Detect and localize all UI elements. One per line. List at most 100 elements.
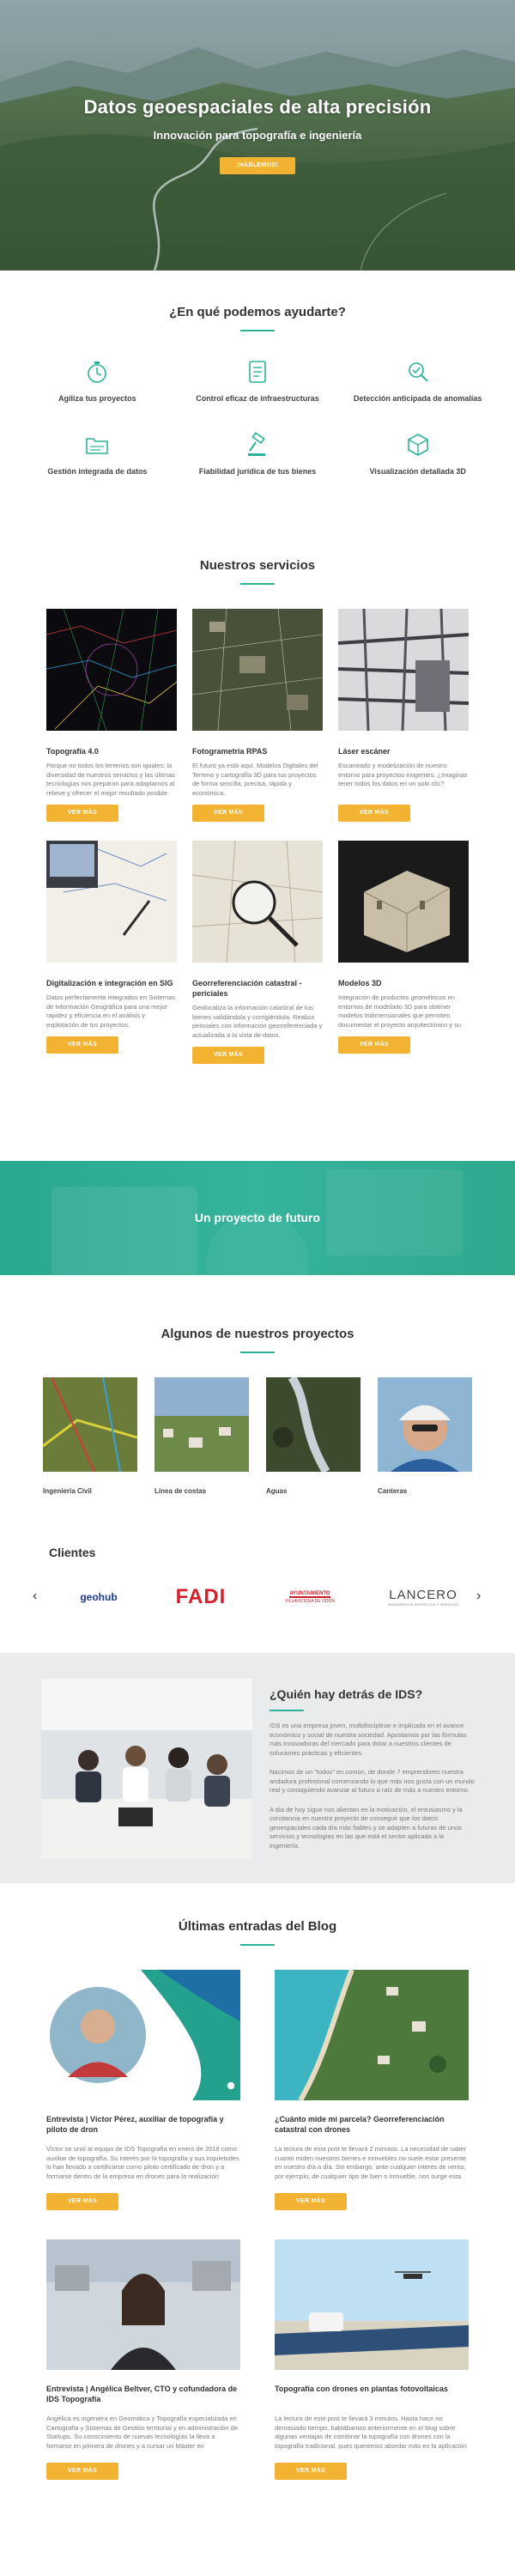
service-card: Topografía 4.0 Porque no todos los terre… [46,609,177,822]
help-item: Gestión integrada de datos [17,430,178,477]
hero-title: Datos geoespaciales de alta precisión [83,96,432,118]
service-more-button[interactable]: VER MÁS [338,1036,410,1054]
service-more-button[interactable]: VER MÁS [338,805,410,822]
hero-cta-button[interactable]: ¡HABLEMOS! [220,157,295,174]
client-logo-text: FADI [175,1585,227,1608]
help-section: ¿En qué podemos ayudarte? Agiliza tus pr… [0,305,515,477]
hero-subtitle: Innovación para topografía e ingeniería [153,129,362,142]
project-card[interactable]: Línea de costas [154,1377,249,1495]
help-item: Agiliza tus proyectos [17,357,178,404]
blog-grid: Entrevista | Víctor Pérez, auxiliar de t… [46,1970,469,2480]
help-item-label: Gestión integrada de datos [47,467,148,476]
service-more-button[interactable]: VER MÁS [46,1036,118,1054]
service-text: El futuro ya está aquí. Modelos Digitale… [192,762,318,797]
clients-carousel: ‹ geohub FADI AYUNTAMIENTO VILLAVICIOSA … [0,1580,515,1614]
cube-3d-icon [407,434,428,456]
team-photo [41,1679,252,1859]
client-logo-subtext: VILLAVICIOSA DE ODÓN [285,1598,335,1604]
blog-title-underline [240,1944,275,1946]
blog-post-excerpt: Angélica es ingeniera en Geomática y Top… [46,2415,239,2450]
who-title-underline [270,1710,304,1711]
blog-post-title[interactable]: Topografía con drones en plantas fotovol… [275,2384,469,2404]
help-title-underline [240,330,275,331]
help-grid: Agiliza tus proyectos Control eficaz de … [17,357,498,477]
who-paragraph: IDS es una empresa joven, multidisciplin… [270,1722,467,1757]
blog-image-interview-angelica [46,2239,240,2370]
client-logo-ayuntamiento: AYUNTAMIENTO VILLAVICIOSA DE ODÓN [263,1584,357,1610]
service-text: Geolocaliza la información catastral de … [192,1004,323,1039]
service-more-button[interactable]: VER MÁS [46,805,118,822]
blog-image-aerial-parcel [275,1970,469,2100]
blog-more-button[interactable]: VER MÁS [275,2463,347,2480]
future-banner: Un proyecto de futuro [0,1161,515,1275]
blog-more-button[interactable]: VER MÁS [275,2193,347,2210]
project-card[interactable]: Ingeniería Civil [43,1377,137,1495]
project-card[interactable]: Canteras [378,1377,472,1495]
checklist-icon [249,361,266,383]
projects-title-underline [240,1352,275,1353]
service-title: Georreferenciación catastral - periciale… [192,979,302,998]
help-item: Fiabilidad jurídica de tus bienes [178,430,338,477]
clients-title: Clientes [49,1546,96,1559]
blog-more-button[interactable]: VER MÁS [46,2463,118,2480]
folder-icon [86,438,109,454]
project-card[interactable]: Aguas [266,1377,360,1495]
service-title: Topografía 4.0 [46,747,99,756]
projects-section: Algunos de nuestros proyectos Ingeniería… [0,1327,515,1495]
service-title: Digitalización e integración en SIG [46,979,173,987]
service-more-button[interactable]: VER MÁS [192,805,264,822]
services-title-underline [240,583,275,585]
stopwatch-icon [88,361,107,383]
blog-post-excerpt: Víctor se unió al equipo de IDS Topograf… [46,2145,239,2180]
service-card: Fotogrametría RPAS El futuro ya está aqu… [192,609,323,822]
blog-post: Topografía con drones en plantas fotovol… [275,2239,469,2480]
blog-post-title[interactable]: Entrevista | Víctor Pérez, auxiliar de t… [46,2114,240,2135]
carousel-prev-icon[interactable]: ‹ [33,1589,37,1604]
services-section: Nuestros servicios Topografía 4.0 Porque… [0,558,515,1064]
project-label: Canteras [378,1487,408,1495]
help-item-label: Detección anticipada de anomalías [353,394,482,403]
service-more-button[interactable]: VER MÁS [192,1047,264,1064]
project-label: Aguas [266,1487,288,1495]
cadastral-map-image [192,841,323,963]
service-text: Integración de productos geométricos en … [338,993,461,1031]
client-logo-text: geohub [80,1591,118,1603]
help-item-label: Visualización detallada 3D [369,467,466,476]
blog-post-title[interactable]: Entrevista | Angélica Beltver, CTO y cof… [46,2384,240,2404]
hero-banner: Datos geoespaciales de alta precisión In… [0,0,515,270]
service-card: Georreferenciación catastral - periciale… [192,841,323,1064]
blog-title: Últimas entradas del Blog [178,1919,337,1934]
service-card: Láser escáner Escaneado y modelización d… [338,609,469,822]
gavel-icon [247,431,265,456]
help-item: Detección anticipada de anomalías [337,357,498,404]
project-label: Ingeniería Civil [43,1487,92,1495]
who-paragraph: A día de hoy sigue nos alientan en la mo… [270,1805,463,1850]
blog-post-title[interactable]: ¿Cuánto mide mi parcela? Georreferenciac… [275,2114,469,2135]
service-text: Datos perfectamente integrados en Sistem… [46,993,176,1029]
blog-post: Entrevista | Angélica Beltver, CTO y cof… [46,2239,240,2480]
service-card: Modelos 3D Integración de productos geom… [338,841,469,1064]
who-title: ¿Quién hay detrás de IDS? [270,1687,423,1701]
blog-image-interview-victor [46,1970,240,2100]
project-label: Línea de costas [154,1487,207,1495]
projects-title: Algunos de nuestros proyectos [161,1327,354,1341]
civil-engineering-image [43,1377,137,1472]
who-paragraph: Nacimos de un "todos" en común, de donde… [270,1768,475,1794]
client-logo-fadi: FADI [158,1584,244,1610]
services-grid: Topografía 4.0 Porque no todos los terre… [46,609,469,1064]
help-item-label: Agiliza tus proyectos [58,394,136,403]
client-logo-text: LANCERO [389,1588,457,1602]
help-title: ¿En qué podemos ayudarte? [169,305,346,319]
help-item: Control eficaz de infraestructuras [178,357,338,404]
carousel-next-icon[interactable]: › [476,1589,481,1604]
topography-cad-image [46,609,177,731]
coastline-image [154,1377,249,1472]
hero-content: Datos geoespaciales de alta precisión In… [0,96,515,174]
3d-model-image [338,841,469,963]
client-logo-text: AYUNTAMIENTO [289,1590,330,1598]
laser-scanner-image [338,609,469,731]
page: Datos geoespaciales de alta precisión In… [0,0,515,2576]
blog-post-excerpt: La lectura de esta post te llevará 2 min… [275,2145,467,2180]
blog-more-button[interactable]: VER MÁS [46,2193,118,2210]
water-image [266,1377,360,1472]
